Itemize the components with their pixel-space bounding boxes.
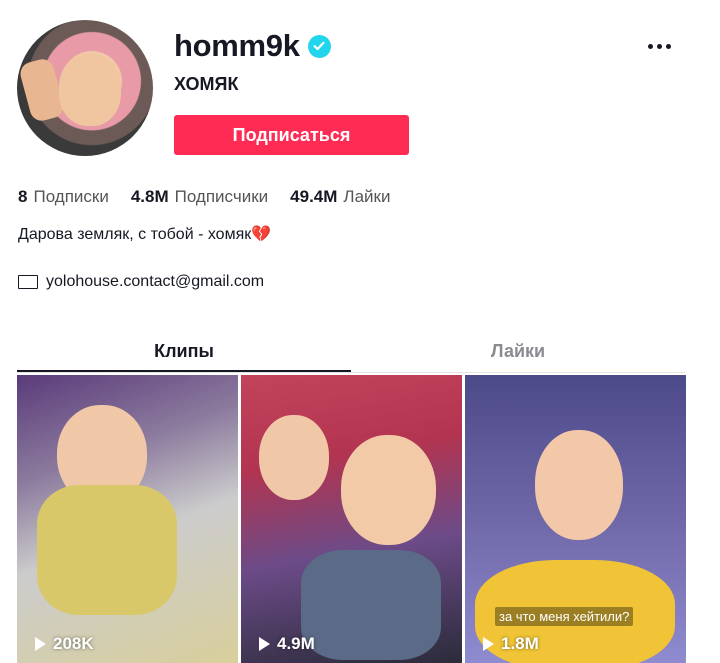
view-count: 1.8M: [483, 634, 539, 654]
stat-followers[interactable]: 4.8M Подписчики: [131, 187, 268, 207]
thumbnail-person: [341, 435, 436, 545]
nickname: ХОМЯК: [174, 74, 239, 94]
view-count-text: 208K: [53, 634, 94, 653]
play-icon: [259, 637, 270, 651]
avatar-face: [59, 54, 121, 126]
video-thumbnail[interactable]: 208K: [17, 375, 238, 663]
play-icon: [483, 637, 494, 651]
stat-label: Подписчики: [174, 187, 269, 206]
view-count-text: 4.9M: [277, 634, 315, 653]
stat-value: 49.4M: [290, 187, 338, 206]
follow-button[interactable]: Подписаться: [174, 115, 409, 155]
stat-following[interactable]: 8 Подписки: [18, 187, 109, 207]
username-row: homm9k: [174, 28, 331, 64]
more-options-icon[interactable]: [644, 36, 674, 56]
view-count: 208K: [35, 634, 94, 654]
tab-likes[interactable]: Лайки: [351, 335, 685, 372]
thumbnail-person: [259, 415, 329, 500]
mail-icon: [18, 275, 38, 289]
stat-likes: 49.4M Лайки: [290, 187, 390, 207]
video-grid: 208K 4.9M за что меня хейтили? 1.8M: [17, 375, 686, 663]
video-thumbnail[interactable]: за что меня хейтили? 1.8M: [465, 375, 686, 663]
play-icon: [35, 637, 46, 651]
video-thumbnail[interactable]: 4.9M: [241, 375, 462, 663]
profile-tabs: Клипы Лайки: [17, 335, 685, 373]
video-caption: за что меня хейтили?: [495, 607, 634, 626]
profile-stats: 8 Подписки 4.8M Подписчики 49.4M Лайки: [18, 187, 390, 207]
profile-avatar[interactable]: [17, 20, 153, 156]
verified-badge-icon: [307, 34, 331, 58]
tab-clips[interactable]: Клипы: [17, 335, 351, 372]
thumbnail-shirt: [301, 550, 441, 660]
stat-label: Лайки: [343, 187, 391, 206]
username: homm9k: [174, 28, 300, 63]
profile-bio: Дарова земляк, с тобой - хомяк💔: [18, 226, 272, 243]
thumbnail-person: [535, 430, 623, 540]
stat-label: Подписки: [33, 187, 109, 206]
stat-value: 4.8M: [130, 187, 169, 206]
email-text: yolohouse.contact@gmail.com: [46, 273, 265, 290]
view-count: 4.9M: [259, 634, 315, 654]
contact-email: yolohouse.contact@gmail.com: [18, 273, 264, 291]
view-count-text: 1.8M: [501, 634, 539, 653]
thumbnail-scarf: [37, 485, 177, 615]
stat-value: 8: [18, 187, 28, 206]
